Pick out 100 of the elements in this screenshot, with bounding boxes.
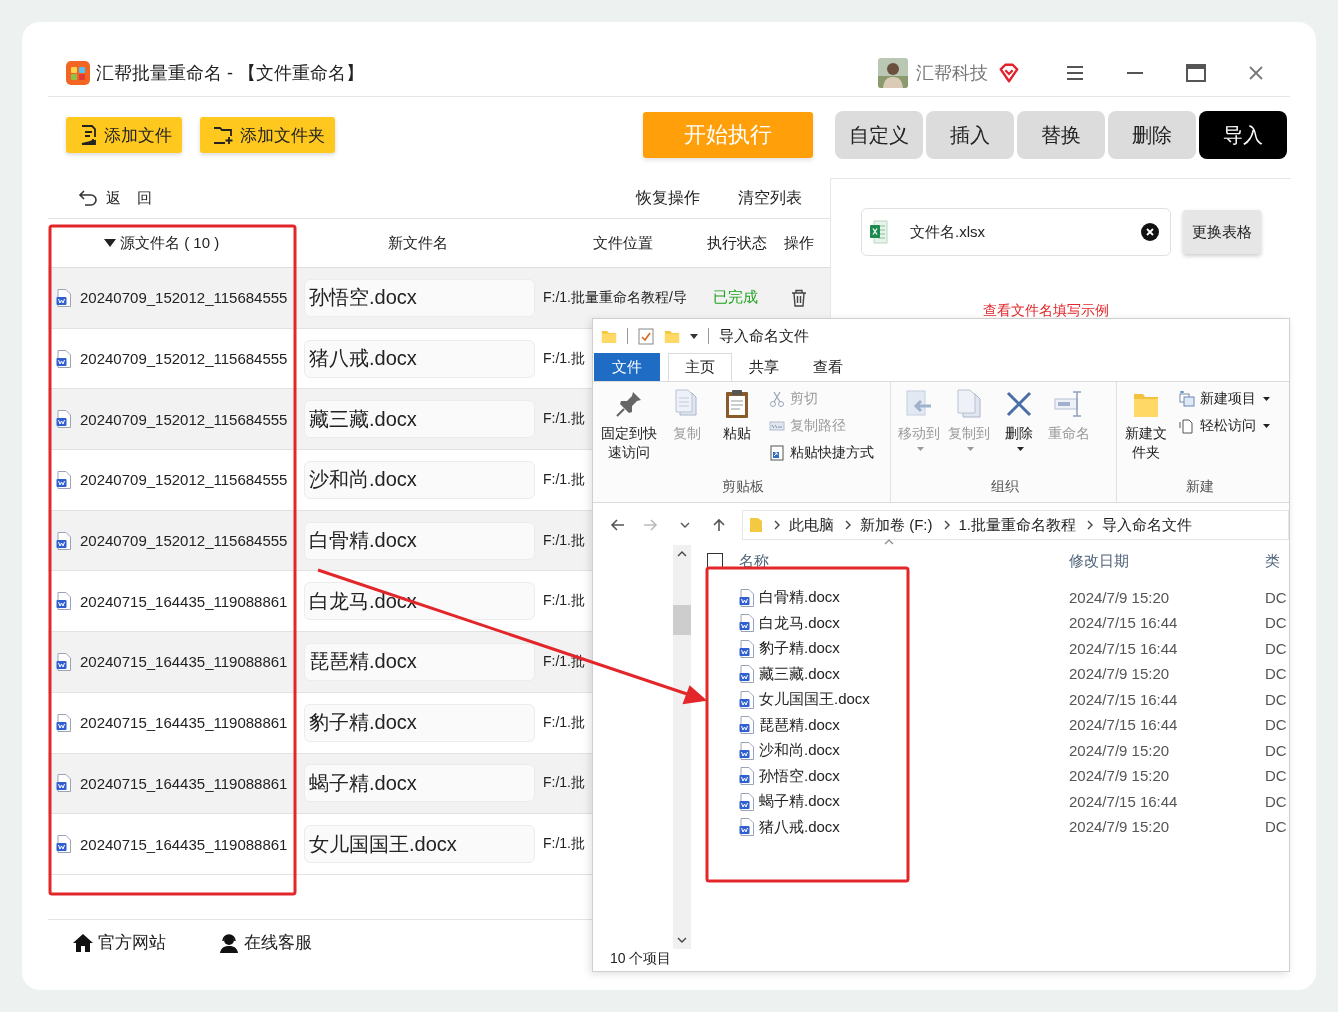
mode-tab[interactable]: 插入 [926,111,1014,159]
sort-up-icon [884,538,894,545]
example-link[interactable]: 查看文件名填写示例 [983,302,1109,320]
mode-tab[interactable]: 替换 [1017,111,1105,159]
file-type: DC [1265,767,1287,785]
action-link[interactable]: 清空列表 [738,187,802,209]
diamond-icon [998,62,1020,84]
ribbon-button[interactable]: 删除 [997,388,1041,451]
scrollbar[interactable] [673,545,691,949]
action-link[interactable]: 恢复操作 [636,187,700,209]
file-date: 2024/7/9 15:20 [1069,665,1170,683]
file-name: 20240715_164435_119088861 [80,835,288,853]
item-count: 10 个项目 [609,949,673,968]
close-icon[interactable] [1248,65,1264,81]
mode-tab[interactable]: 自定义 [835,111,923,159]
word-file-icon [739,818,755,837]
ribbon-button[interactable]: 粘贴快捷方式 [769,442,874,463]
word-file-icon [739,639,755,658]
new-name-field[interactable]: 女儿国国王.docx [304,825,535,864]
column-header[interactable]: 操作 [784,233,814,253]
breadcrumb-item[interactable]: 导入命名文件 [1102,515,1192,535]
ribbon-small-icon [1179,417,1195,434]
change-table-button[interactable]: 更换表格 [1183,210,1261,254]
dropdown-icon[interactable] [690,333,698,339]
file-menu-tab[interactable]: 文件 [594,353,660,381]
clear-icon[interactable] [1141,223,1159,241]
word-file-icon [56,592,72,611]
file-date: 2024/7/9 15:20 [1069,818,1170,836]
column-header[interactable]: 文件位置 [592,233,653,253]
chevron-up-icon [677,551,687,557]
new-name-field[interactable]: 蝎子精.docx [304,764,535,803]
breadcrumb-item[interactable]: 此电脑 [789,515,834,535]
ribbon-button[interactable]: 固定到快速访问 [599,388,659,462]
file-location: F:/1.批 [543,410,585,429]
file-name: 20240709_152012_115684555 [80,350,288,368]
spreadsheet-icon [870,220,888,244]
ribbon-button[interactable]: 轻松访问 [1179,415,1270,436]
column-header[interactable]: 类 [1265,551,1280,569]
new-name-field[interactable]: 白骨精.docx [304,521,535,560]
file-location: F:/1.批 [543,592,585,611]
chevron-right-icon [844,520,852,530]
ribbon-tab[interactable]: 主页 [668,353,732,381]
website-link[interactable]: 官方网站 [72,931,166,954]
ribbon-button[interactable]: 新建项目 [1179,388,1270,409]
file-name[interactable]: 白龙马.docx [759,613,840,633]
file-field[interactable]: 文件名.xlsx [861,208,1171,256]
chevron-right-icon [942,520,951,530]
breadcrumb-item[interactable]: 1.批量重命名教程 [958,515,1076,535]
ribbon-button[interactable]: 粘贴 [715,388,759,443]
back-button[interactable]: 返 回 [78,188,153,208]
new-name-field[interactable]: 藏三藏.docx [304,400,535,439]
ribbon-tab[interactable]: 共享 [732,353,796,381]
mode-tab[interactable]: 删除 [1108,111,1196,159]
file-name[interactable]: 女儿国国王.docx [759,690,870,710]
window-title: 汇帮批量重命名 - 【文件重命名】 [96,62,364,85]
file-date: 2024/7/15 16:44 [1069,690,1178,708]
new-name-field[interactable]: 琵琶精.docx [304,642,535,681]
file-type: DC [1265,639,1287,657]
file-name[interactable]: 琵琶精.docx [759,715,840,735]
back-icon[interactable] [610,518,624,532]
column-header[interactable]: 名称 [739,551,769,571]
scroll-thumb[interactable] [673,605,691,635]
folder-plus-icon [212,125,234,145]
file-name[interactable]: 孙悟空.docx [759,766,840,786]
ribbon-small-icon [769,444,785,461]
breadcrumb-item[interactable]: 新加卷 (F:) [860,515,933,535]
new-name-field[interactable]: 豹子精.docx [304,703,535,742]
file-name: 20240715_164435_119088861 [80,774,288,792]
ribbon-small-icon [1179,390,1195,407]
ribbon-tab[interactable]: 查看 [796,353,860,381]
checklist-icon[interactable] [638,327,654,345]
trash-icon[interactable] [791,288,807,307]
maximize-icon[interactable] [1186,64,1206,82]
mode-tab[interactable]: 导入 [1199,111,1287,159]
up-arrow-icon[interactable] [712,518,726,532]
address-bar[interactable]: 此电脑 新加卷 (F:) 1.批量重命名教程 导入命名文件 [742,510,1289,540]
add-folder-button[interactable]: 添加文件夹 [200,117,335,153]
file-date: 2024/7/15 16:44 [1069,639,1178,657]
file-name[interactable]: 白骨精.docx [759,588,840,608]
ribbon-button[interactable]: 新建文件夹 [1123,388,1169,462]
column-header[interactable]: 新文件名 [388,233,448,253]
add-file-button[interactable]: 添加文件 [66,117,182,153]
word-file-icon [739,588,755,607]
menu-icon[interactable] [1066,65,1084,81]
new-name-field[interactable]: 猪八戒.docx [304,339,535,378]
file-name[interactable]: 豹子精.docx [759,639,840,659]
new-name-field[interactable]: 孙悟空.docx [304,278,535,317]
column-header[interactable]: 源文件名 ( 10 ) [120,233,220,253]
file-name[interactable]: 猪八戒.docx [759,817,840,837]
file-location: F:/1.批量重命名教程/导 [543,288,687,307]
file-name[interactable]: 蝎子精.docx [759,792,840,812]
file-name[interactable]: 沙和尚.docx [759,741,840,761]
file-name[interactable]: 藏三藏.docx [759,664,840,684]
support-link[interactable]: 在线客服 [218,931,312,954]
window-title: 导入命名文件 [719,326,809,346]
file-type: DC [1265,588,1287,606]
new-name-field[interactable]: 沙和尚.docx [304,460,535,499]
column-header[interactable]: 执行状态 [706,233,767,253]
column-header[interactable]: 修改日期 [1069,551,1129,569]
user-name: 汇帮科技 [916,62,988,85]
